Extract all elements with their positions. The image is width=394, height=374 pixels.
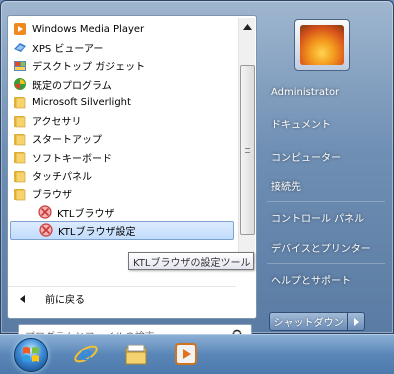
user-name-link[interactable]: Administrator [263,80,387,104]
program-item-10[interactable]: KTLブラウザ [8,203,236,221]
back-button[interactable]: 前に戻る [8,286,236,310]
program-item-6[interactable]: スタートアップ [8,130,236,148]
user-picture[interactable] [294,19,350,71]
program-item-11[interactable]: KTLブラウザ設定 [10,221,234,240]
file-explorer-icon [125,344,147,365]
program-item-9[interactable]: ブラウザ [8,185,236,203]
start-menu: Windows Media Player XPS ビューアーデスクトップ ガジェッ… [0,0,394,346]
program-item-label: KTLブラウザ [57,208,115,220]
shutdown-label: シャットダウン [273,318,344,329]
media-player-icon [175,343,197,365]
shutdown-options-button[interactable] [347,312,365,331]
tooltip: KTLブラウザの設定ツール [128,252,254,270]
back-label: 前に戻る [45,295,85,306]
documents-link[interactable]: ドキュメント [263,111,387,135]
program-item-1[interactable]: XPS ビューアー [8,38,236,56]
svg-text:e: e [80,341,93,365]
windows-logo-icon [23,347,39,362]
program-item-label: XPS ビューアー [32,43,104,55]
program-item-8[interactable]: タッチパネル [8,166,236,184]
shutdown-button[interactable]: シャットダウン [269,312,348,331]
taskbar-explorer-button[interactable] [122,340,150,368]
scroll-thumb[interactable] [240,65,255,235]
right-pane-separator [267,201,385,202]
internet-explorer-icon: e [74,341,98,365]
scroll-up-button[interactable] [239,18,256,35]
program-item-3[interactable]: 既定のプログラム [8,75,236,93]
control-panel-link[interactable]: コントロール パネル [263,205,387,229]
back-arrow-icon [20,294,25,303]
tooltip-text: KTLブラウザの設定ツール [133,257,251,269]
program-item-5[interactable]: アクセサリ [8,111,236,129]
program-item-label: ブラウザ [32,190,72,202]
taskbar-media-player-button[interactable] [172,340,200,368]
program-item-label: タッチパネル [32,172,92,184]
default-programs-icon [13,77,27,91]
program-list: Windows Media Player XPS ビューアーデスクトップ ガジェッ… [8,16,236,266]
folder-icon [13,169,27,183]
ktl-browser-icon [39,223,53,238]
media-player-icon [13,22,27,36]
right-arrow-icon [353,317,359,326]
folder-icon [13,187,27,201]
program-item-label: KTLブラウザ設定 [58,226,136,238]
flower-picture-icon [300,25,344,65]
program-item-label: Microsoft Silverlight [32,96,131,108]
folder-icon [13,150,27,164]
folder-icon [13,95,27,109]
start-button[interactable] [14,338,48,372]
programs-pane: Windows Media Player XPS ビューアーデスクトップ ガジェッ… [7,15,257,346]
program-item-label: デスクトップ ガジェット [32,62,146,74]
folder-icon [13,114,27,128]
gadget-icon [13,59,27,73]
program-item-4[interactable]: Microsoft Silverlight [8,93,236,111]
program-item-2[interactable]: デスクトップ ガジェット [8,57,236,75]
scroll-grip [245,147,250,153]
program-item-label: スタートアップ [32,135,102,147]
program-item-label: ソフトキーボード [32,153,112,165]
ktl-browser-icon [38,205,52,219]
program-item-label: 既定のプログラム [32,80,112,92]
program-list-scrollbar[interactable] [238,18,255,264]
program-item-7[interactable]: ソフトキーボード [8,148,236,166]
taskbar-ie-button[interactable]: e [72,340,100,368]
devices-printers-link[interactable]: デバイスとプリンター [263,235,387,259]
folder-icon [13,132,27,146]
program-item-0[interactable]: Windows Media Player [8,20,236,38]
computer-link[interactable]: コンピューター [263,144,387,168]
connect-to-link[interactable]: 接続先 [263,173,387,197]
program-item-label: Windows Media Player [32,23,145,35]
scroll-up-arrow-icon [243,23,252,30]
xps-viewer-icon [13,40,27,54]
help-support-link[interactable]: ヘルプとサポート [263,267,387,291]
right-pane-separator [267,263,385,264]
program-item-label: アクセサリ [32,117,82,129]
